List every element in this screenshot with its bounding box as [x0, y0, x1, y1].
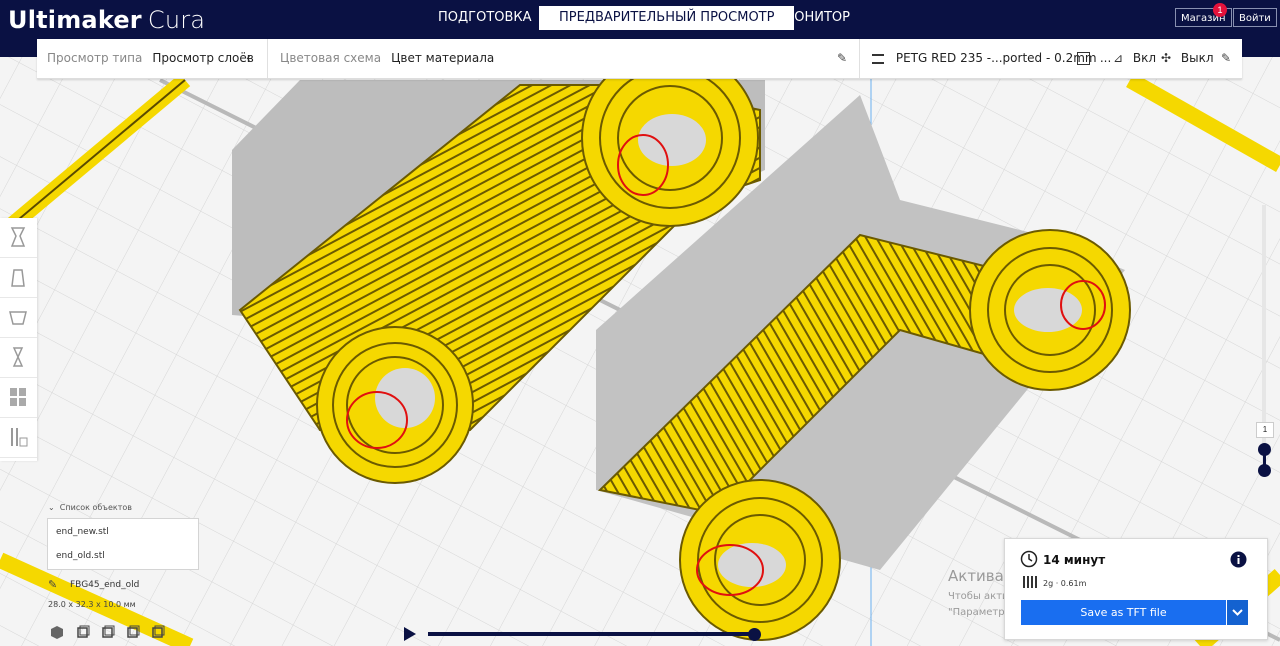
per-model-settings-button[interactable]: [0, 378, 37, 418]
top-view-icon[interactable]: [101, 625, 115, 639]
color-scheme-label: Цветовая схема: [280, 51, 382, 65]
view-type-label: Просмотр типа: [47, 51, 143, 65]
view-type-value: Просмотр слоёв: [152, 51, 254, 65]
edit-name-pencil-icon[interactable]: ✎: [48, 578, 57, 591]
view-toolbar: Просмотр типа Просмотр слоёв ‹ Цветовая с…: [37, 39, 1242, 79]
print-setup-selector[interactable]: PETG RED 235 -...ported - 0.2mm: [872, 39, 1097, 78]
move-tool-button[interactable]: [0, 218, 37, 258]
object-list-title: Список объектов: [59, 503, 132, 512]
rotate-icon: [9, 311, 27, 325]
move-icon: [10, 227, 26, 247]
job-name: FBG45_end_old: [70, 580, 140, 590]
rotate-tool-button[interactable]: [0, 298, 37, 338]
list-item[interactable]: end_new.stl: [56, 527, 109, 537]
support-blocker-icon: [11, 428, 28, 447]
tab-monitor[interactable]: МОНИТОР: [773, 6, 860, 30]
adhesion-icon: ✣: [1161, 51, 1172, 65]
color-scheme-selector[interactable]: Цветовая схема Цвет материала: [280, 39, 494, 78]
profile-name: PETG RED 235 -...ported - 0.2mm: [895, 51, 1097, 65]
material-spool-icon: [1023, 576, 1037, 588]
view-type-selector[interactable]: Просмотр типа Просмотр слоёв: [47, 39, 254, 78]
material-usage: 2g · 0.61m: [1043, 579, 1087, 588]
save-options-dropdown[interactable]: [1227, 600, 1248, 625]
play-icon[interactable]: [404, 627, 416, 641]
profile-icon: [872, 53, 884, 64]
layer-number-field[interactable]: 1: [1256, 422, 1274, 438]
per-model-settings-icon: [10, 388, 26, 406]
infill-icon: [1077, 52, 1090, 65]
infill-setting[interactable]: ...: [1077, 39, 1111, 78]
front-view-icon[interactable]: [76, 625, 90, 639]
3d-view-icon[interactable]: [50, 625, 64, 639]
tab-preview[interactable]: ПРЕДВАРИТЕЛЬНЫЙ ПРОСМОТР: [539, 6, 795, 30]
support-icon: ⊿: [1113, 51, 1124, 65]
tab-prepare[interactable]: ПОДГОТОВКА: [428, 6, 542, 30]
layer-slider-lower-handle[interactable]: [1258, 464, 1271, 477]
scale-icon: [11, 269, 25, 287]
left-view-icon[interactable]: [126, 625, 140, 639]
print-info-panel: 14 минут 2g · 0.61m Save as TFT file: [1004, 538, 1268, 640]
login-button[interactable]: Войти: [1233, 8, 1277, 27]
notification-badge: 1: [1213, 3, 1227, 17]
right-view-icon[interactable]: [151, 625, 165, 639]
chevron-down-icon: [1232, 609, 1243, 616]
object-list-header[interactable]: ⌄ Список объектов: [48, 503, 132, 512]
edit-pencil-icon[interactable]: ✎: [837, 39, 847, 78]
simulation-slider-handle[interactable]: [748, 628, 761, 641]
support-setting[interactable]: ⊿ Вкл: [1113, 39, 1156, 78]
collapse-chevron-icon[interactable]: ‹: [246, 39, 251, 78]
clock-icon: [1020, 550, 1038, 568]
simulation-slider[interactable]: [428, 632, 754, 636]
app-logo: Ultimaker Cura: [8, 6, 206, 34]
infill-value: ...: [1099, 51, 1112, 65]
color-scheme-value: Цвет материала: [391, 51, 495, 65]
support-blocker-button[interactable]: [0, 418, 37, 458]
mirror-icon: [12, 347, 24, 367]
edit-settings-pencil-icon[interactable]: ✎: [1221, 39, 1231, 78]
object-list: end_new.stl end_old.stl: [47, 518, 199, 570]
model-dimensions: 28.0 x 32.3 x 10.0 мм: [48, 600, 136, 609]
print-time: 14 минут: [1043, 553, 1106, 567]
tool-sidebar: [0, 218, 37, 461]
save-tft-button[interactable]: Save as TFT file: [1021, 600, 1226, 625]
scale-tool-button[interactable]: [0, 258, 37, 298]
mirror-tool-button[interactable]: [0, 338, 37, 378]
adhesion-value: Выкл: [1180, 51, 1214, 65]
list-item[interactable]: end_old.stl: [56, 551, 105, 561]
adhesion-setting[interactable]: ✣ Выкл: [1161, 39, 1214, 78]
info-icon[interactable]: [1230, 551, 1247, 568]
support-value: Вкл: [1132, 51, 1157, 65]
